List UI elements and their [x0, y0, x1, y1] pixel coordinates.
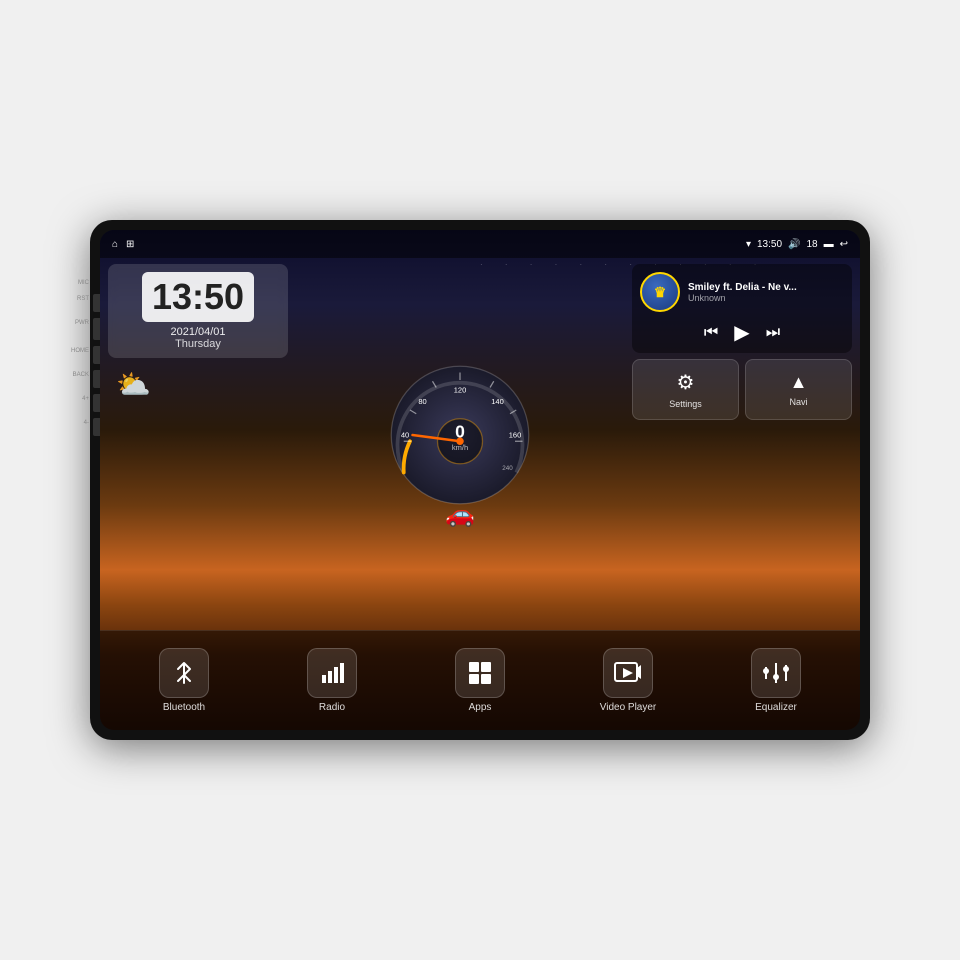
status-bar-right: ▾ 13:50 🔊 18 ▬ ↩: [746, 239, 848, 250]
navi-button[interactable]: ▲ Navi: [745, 359, 852, 420]
clock-date: 2021/04/01: [116, 326, 280, 338]
apps-item[interactable]: Apps: [406, 648, 554, 713]
home-nav-icon[interactable]: ⌂: [112, 239, 118, 250]
radio-item[interactable]: Radio: [258, 648, 406, 713]
bluetooth-label: Bluetooth: [163, 702, 205, 713]
svg-text:120: 120: [454, 385, 467, 394]
settings-label: Settings: [669, 399, 702, 409]
videoplayer-label: Video Player: [600, 702, 657, 713]
equalizer-label: Equalizer: [755, 702, 797, 713]
speedometer: 120 140 160 80 40 0 km/h: [385, 360, 535, 510]
svg-text:80: 80: [418, 396, 426, 405]
album-art: [640, 272, 680, 312]
video-icon: [603, 648, 653, 698]
clock-day: Thursday: [116, 338, 280, 350]
navi-label: Navi: [789, 397, 807, 407]
screen: ⌂ ⊞ ▾ 13:50 🔊 18 ▬ ↩ 13:50 2021/04/01 Th…: [100, 230, 860, 730]
back-nav-icon[interactable]: ↩: [840, 239, 848, 250]
navi-icon: ▲: [790, 372, 808, 393]
radio-label: Radio: [319, 702, 345, 713]
music-top: Smiley ft. Delia - Ne v... Unknown: [640, 272, 844, 312]
clock-widget: 13:50 2021/04/01 Thursday: [108, 264, 288, 358]
svg-text:140: 140: [491, 396, 504, 405]
settings-button[interactable]: ⚙ Settings: [632, 359, 739, 420]
status-bar: ⌂ ⊞ ▾ 13:50 🔊 18 ▬ ↩: [100, 230, 860, 258]
next-button[interactable]: ⏭: [766, 324, 780, 342]
battery-icon: ▬: [824, 239, 834, 250]
play-button[interactable]: ▶: [734, 320, 749, 345]
weather-widget: ⛅: [108, 364, 288, 405]
wifi-icon: ▾: [746, 239, 751, 250]
music-artist: Unknown: [688, 293, 844, 303]
svg-text:240: 240: [502, 465, 513, 472]
right-panel: Smiley ft. Delia - Ne v... Unknown ⏮ ▶ ⏭…: [632, 264, 852, 624]
center-panel: 120 140 160 80 40 0 km/h: [296, 264, 624, 624]
music-controls: ⏮ ▶ ⏭: [640, 320, 844, 345]
music-widget: Smiley ft. Delia - Ne v... Unknown ⏮ ▶ ⏭: [632, 264, 852, 353]
bluetooth-item[interactable]: Bluetooth: [110, 648, 258, 713]
apps-nav-icon[interactable]: ⊞: [126, 239, 134, 250]
prev-button[interactable]: ⏮: [704, 324, 718, 342]
main-content: 13:50 2021/04/01 Thursday ⛅: [100, 258, 860, 630]
weather-icon: ⛅: [116, 368, 151, 401]
equalizer-item[interactable]: Equalizer: [702, 648, 850, 713]
volume-icon: 🔊: [788, 239, 800, 250]
music-title: Smiley ft. Delia - Ne v...: [688, 282, 844, 293]
radio-icon: [307, 648, 357, 698]
svg-text:40: 40: [401, 430, 409, 439]
apps-label: Apps: [469, 702, 492, 713]
settings-icon: ⚙: [677, 370, 695, 395]
equalizer-icon: [751, 648, 801, 698]
clock-time: 13:50: [142, 272, 254, 322]
apps-icon: [455, 648, 505, 698]
status-time: 13:50: [757, 239, 782, 250]
quick-actions: ⚙ Settings ▲ Navi: [632, 359, 852, 420]
status-bar-left: ⌂ ⊞: [112, 239, 134, 250]
svg-text:160: 160: [509, 430, 522, 439]
bluetooth-icon: [159, 648, 209, 698]
videoplayer-item[interactable]: Video Player: [554, 648, 702, 713]
music-info: Smiley ft. Delia - Ne v... Unknown: [688, 282, 844, 303]
device-body: MIC RST PWR HOME BACK 4+ 4- ⌂ ⊞ ▾: [90, 220, 870, 740]
mic-label: MIC: [78, 280, 89, 286]
volume-level: 18: [806, 239, 817, 250]
left-panel: 13:50 2021/04/01 Thursday ⛅: [108, 264, 288, 624]
speedometer-svg: 120 140 160 80 40 0 km/h: [385, 360, 535, 510]
bottom-bar: Bluetooth Radio: [100, 630, 860, 730]
